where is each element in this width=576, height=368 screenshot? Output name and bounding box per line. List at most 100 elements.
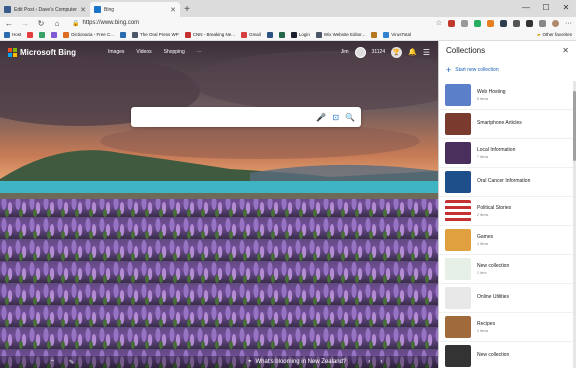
favorites-bar: Host Dictionaria - Free C... The Oral Pr… [0, 29, 576, 41]
other-favorites[interactable]: ▰ Other favorites [537, 32, 572, 38]
favorite-item[interactable] [39, 31, 46, 38]
collection-item[interactable]: Recipes 3 items [439, 313, 576, 342]
start-new-collection-button[interactable]: + Start new collection [439, 59, 576, 81]
search-input[interactable]: 🎤 ⊡ 🔍 [131, 107, 361, 127]
nav-images[interactable]: Images [108, 49, 124, 55]
favorite-item[interactable]: Dictionaria - Free C... [63, 31, 114, 38]
collection-count: 2 items [477, 213, 489, 217]
collection-thumbnail [445, 113, 471, 135]
new-tab-button[interactable]: + [180, 2, 194, 17]
close-icon[interactable]: ✕ [170, 6, 176, 14]
collection-item[interactable]: New collection [439, 342, 576, 368]
notifications-icon[interactable]: 🔔 [408, 48, 417, 56]
maximize-button[interactable]: ☐ [536, 0, 556, 15]
back-button[interactable]: ← [4, 19, 14, 28]
extension-icon[interactable] [474, 19, 481, 27]
collection-name: Oral Cancer Information [477, 178, 531, 184]
favorite-item[interactable]: Wix Website Editor... [315, 31, 365, 38]
extension-icon[interactable] [448, 19, 455, 27]
forward-button[interactable]: → [20, 19, 30, 28]
collection-name: New collection [477, 352, 510, 358]
favorite-item[interactable] [51, 31, 58, 38]
nav-shopping[interactable]: Shopping [164, 49, 185, 55]
refresh-button[interactable]: ↻ [36, 19, 46, 28]
rewards-icon[interactable]: 🏆 [391, 46, 403, 58]
favorite-item[interactable]: VirusTotal [383, 31, 411, 38]
previous-image-icon[interactable]: ‹ [368, 359, 370, 365]
reward-points[interactable]: 31124 [372, 49, 386, 55]
menu-icon[interactable]: ☰ [423, 48, 430, 57]
chevron-up-icon[interactable]: ⌃ [50, 359, 55, 366]
extension-icon[interactable] [487, 19, 494, 27]
collection-thumbnail [445, 142, 471, 164]
collections-header: Collections ✕ [439, 41, 576, 59]
favorite-item[interactable] [371, 31, 378, 38]
extension-icon[interactable] [539, 19, 546, 27]
avatar[interactable] [354, 46, 366, 58]
pencil-icon[interactable]: ✎ [69, 359, 74, 366]
extension-icon[interactable] [513, 19, 520, 27]
tab-bing[interactable]: Bing ✕ [90, 2, 180, 17]
favorite-icon [120, 31, 127, 38]
collection-item[interactable]: Smartphone Articles [439, 110, 576, 139]
collection-count: 4 items [477, 242, 489, 246]
address-bar[interactable]: 🔒 https://www.bing.com [68, 18, 368, 28]
favorite-item[interactable]: The Oral Press WP [132, 31, 179, 38]
collection-thumbnail [445, 84, 471, 106]
nav-more[interactable]: ··· [197, 49, 202, 55]
favorite-item[interactable] [278, 31, 285, 38]
bing-bottom-bar: ⌃ ✎ ⌖ What's blooming in New Zealand? ‹ … [0, 356, 438, 368]
collection-item[interactable]: Games 4 items [439, 226, 576, 255]
extension-icon[interactable] [500, 19, 507, 27]
nav-videos[interactable]: Videos [136, 49, 151, 55]
plus-icon: + [446, 65, 452, 75]
home-button[interactable]: ⌂ [52, 19, 62, 28]
favorite-item[interactable]: CNN - Breaking Ne... [184, 31, 235, 38]
microphone-icon[interactable]: 🎤 [316, 113, 326, 122]
collection-item[interactable]: Political Stories 2 items [439, 197, 576, 226]
image-caption[interactable]: ⌖ What's blooming in New Zealand? [248, 359, 346, 366]
collection-thumbnail [445, 171, 471, 193]
favorite-item[interactable]: Host [4, 31, 21, 38]
favorite-item[interactable] [120, 31, 127, 38]
search-icon[interactable]: 🔍 [345, 113, 355, 122]
favorite-icon [290, 31, 297, 38]
collection-name: Local Information [477, 147, 516, 153]
extension-icon[interactable] [461, 19, 468, 27]
collection-thumbnail [445, 258, 471, 280]
collection-count: 1 item [477, 271, 487, 275]
close-icon[interactable]: ✕ [562, 46, 569, 55]
bing-page: Microsoft Bing Images Videos Shopping ··… [0, 41, 438, 368]
collection-item[interactable]: New collection 1 item [439, 255, 576, 284]
favorite-item[interactable]: Gmail [241, 31, 261, 38]
close-window-button[interactable]: ✕ [556, 0, 576, 15]
star-icon[interactable]: ☆ [436, 19, 442, 27]
extension-icons: ☆ ··· [436, 19, 572, 27]
tab-edit-post[interactable]: Edit Post ‹ Dave's Computer Tips ✕ [0, 2, 90, 17]
collections-icon[interactable] [526, 19, 533, 27]
favorite-icon [132, 31, 139, 38]
collection-name: Web Hosting [477, 89, 506, 95]
favorite-item[interactable] [27, 31, 34, 38]
visual-search-icon[interactable]: ⊡ [332, 113, 339, 122]
bing-header: Microsoft Bing Images Videos Shopping ··… [0, 41, 438, 63]
favorite-item[interactable] [266, 31, 273, 38]
image-arrows: ‹ › [368, 359, 382, 365]
collection-name: New collection [477, 263, 510, 269]
bing-logo[interactable]: Microsoft Bing [8, 47, 76, 57]
collection-item[interactable]: Online Utilities [439, 284, 576, 313]
profile-icon[interactable] [552, 19, 559, 27]
collection-item[interactable]: Local Information 7 items [439, 139, 576, 168]
favorite-icon [278, 31, 285, 38]
more-icon[interactable]: ··· [565, 20, 572, 27]
user-name[interactable]: Jim [341, 49, 349, 55]
favorite-item[interactable]: Login [290, 31, 310, 38]
collection-item[interactable]: Web Hosting 8 items [439, 81, 576, 110]
browser-toolbar: ← → ↻ ⌂ 🔒 https://www.bing.com ☆ ··· [0, 17, 576, 29]
close-icon[interactable]: ✕ [80, 6, 86, 14]
next-image-icon[interactable]: › [380, 359, 382, 365]
collection-item[interactable]: Oral Cancer Information [439, 168, 576, 197]
collection-name: Games [477, 234, 494, 240]
collection-name: Political Stories [477, 205, 512, 211]
minimize-button[interactable]: — [516, 0, 536, 15]
